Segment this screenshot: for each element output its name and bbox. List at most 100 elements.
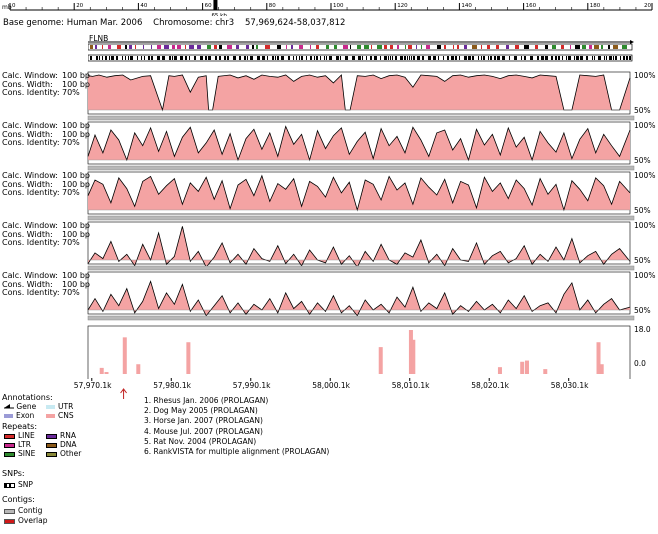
base-genome-value: Human Mar. 2006 [66,18,143,28]
pct-100-label: 100% [634,71,655,80]
repeat-element [582,45,586,49]
snp-mark [247,56,248,60]
genomic-range: 57,969,624-58,037,812 [244,18,346,28]
track-title-3[interactable]: 3. Horse Jan. 2007 (PROLAGAN) [144,416,329,426]
repeat-element [481,45,482,49]
conservation-track-2[interactable]: 100% 50% [87,121,655,171]
contigs-title: Contigs: [2,495,35,504]
snp-mark [615,56,617,60]
gene-track[interactable] [88,40,636,64]
snp-mark [105,56,107,60]
repeat-element [545,45,548,49]
gene-arrow-icon [4,404,14,409]
repeats-title: Repeats: [2,422,38,431]
conservation-plots[interactable]: 100% 50% 100% 50% 100% 50% 100% 50% 100% 50% 18.0 0… [0,64,658,379]
snp-mark [411,56,412,60]
repeat-element [364,45,369,49]
contig-bar [87,265,635,271]
conservation-track-4[interactable]: 100% 50% [87,221,655,271]
track-params-5: Calc. Window: 100 bp Cons. Width: 100 bp Con… [2,271,90,298]
repeat-element [256,45,258,49]
ruler-tick-label: 40 [140,3,147,9]
track-title-1[interactable]: 1. Rhesus Jan. 2006 (PROLAGAN) [144,396,329,406]
snp-mark [417,56,420,60]
snps-title: SNPs: [2,469,25,478]
track-title-5[interactable]: 5. Rat Nov. 2004 (PROLAGAN) [144,437,329,447]
repeat-element [334,45,337,49]
rankvista-track[interactable]: 18.0 0.0 [87,325,651,379]
gene-arrow-icon [630,40,634,44]
snp-mark [151,56,153,60]
contig-bar [87,215,635,221]
snp-mark [509,56,510,60]
ruler-tick-label: 160 [526,3,537,9]
ruler-tick-label: 100 [333,3,344,9]
repeat-element [185,45,186,49]
contig-bar [87,315,635,321]
repeat-element [189,45,194,49]
rankvista-bar [186,342,191,374]
snp-mark [494,56,496,60]
snp-mark [592,56,593,60]
snp-mark [626,56,628,60]
snp-mark [483,56,485,60]
snp-mark [555,56,557,60]
snp-mark [293,56,294,60]
repeat-element [622,45,627,49]
overlap-swatch [4,518,15,524]
snp-mark [488,56,489,60]
conservation-track-3[interactable]: 100% 50% [87,171,655,221]
top-ruler[interactable]: mb 0 20 40 60 80 100 120 140 160 180 20 65 kb [0,0,658,16]
snp-mark [594,56,595,60]
snp-mark [545,56,548,60]
snp-mark [257,56,260,60]
repeat-element [219,45,222,49]
track-param-row: Cons. Identity: 70% [2,188,90,198]
snp-mark [224,56,226,60]
snp-mark [370,56,372,60]
repeat-element [164,45,169,49]
track-param-row: Cons. Identity: 70% [2,288,90,298]
dna-legend-label: DNA [60,440,77,449]
track-title-6[interactable]: 6. RankVISTA for multiple alignment (PRO… [144,447,329,457]
snp-mark [629,56,631,60]
snp-mark [239,56,241,60]
conservation-track-1[interactable]: 100% 50% [87,71,655,121]
snp-mark [174,56,177,60]
snp-mark [362,56,363,60]
contig-legend-label: Contig [18,506,43,515]
snp-mark [324,56,325,60]
track-title-2[interactable]: 2. Dog May 2005 (PROLAGAN) [144,406,329,416]
snp-mark [455,56,457,60]
repeat-element [608,45,610,49]
ruler-tick-label: 80 [269,3,276,9]
snp-mark [345,56,348,60]
track-params-2: Calc. Window: 100 bp Cons. Width: 100 bp Con… [2,121,90,148]
snp-mark [148,56,150,60]
snp-legend-label: SNP [18,480,33,489]
snp-mark [609,56,612,60]
ruler-tick-label: 20 [76,3,83,9]
snp-mark [620,56,621,60]
repeat-element [291,45,293,49]
repeat-element [326,45,329,49]
ltr-legend: LTR [4,440,31,449]
exon-legend: Exon [4,411,34,420]
ltr-swatch [4,442,15,448]
track-title-4[interactable]: 4. Mouse Jul. 2007 (PROLAGAN) [144,427,329,437]
axis-tick-label: 58,010.1k [392,381,430,390]
repeat-element [594,45,599,49]
repeat-element [437,45,441,49]
snp-mark [314,56,315,60]
utr-swatch [46,405,55,409]
snp-mark [122,56,123,60]
sine-legend-label: SINE [18,449,36,458]
ruler-position-marker[interactable] [213,0,218,10]
repeat-element [299,45,303,49]
snp-mark [336,56,339,60]
axis-tick-label: 57,980.1k [153,381,191,390]
repeat-element [95,45,97,49]
snp-mark [521,56,522,60]
annotations-legend: Gene UTR Exon CNS [2,402,112,420]
conservation-track-5[interactable]: 100% 50% [87,271,655,321]
